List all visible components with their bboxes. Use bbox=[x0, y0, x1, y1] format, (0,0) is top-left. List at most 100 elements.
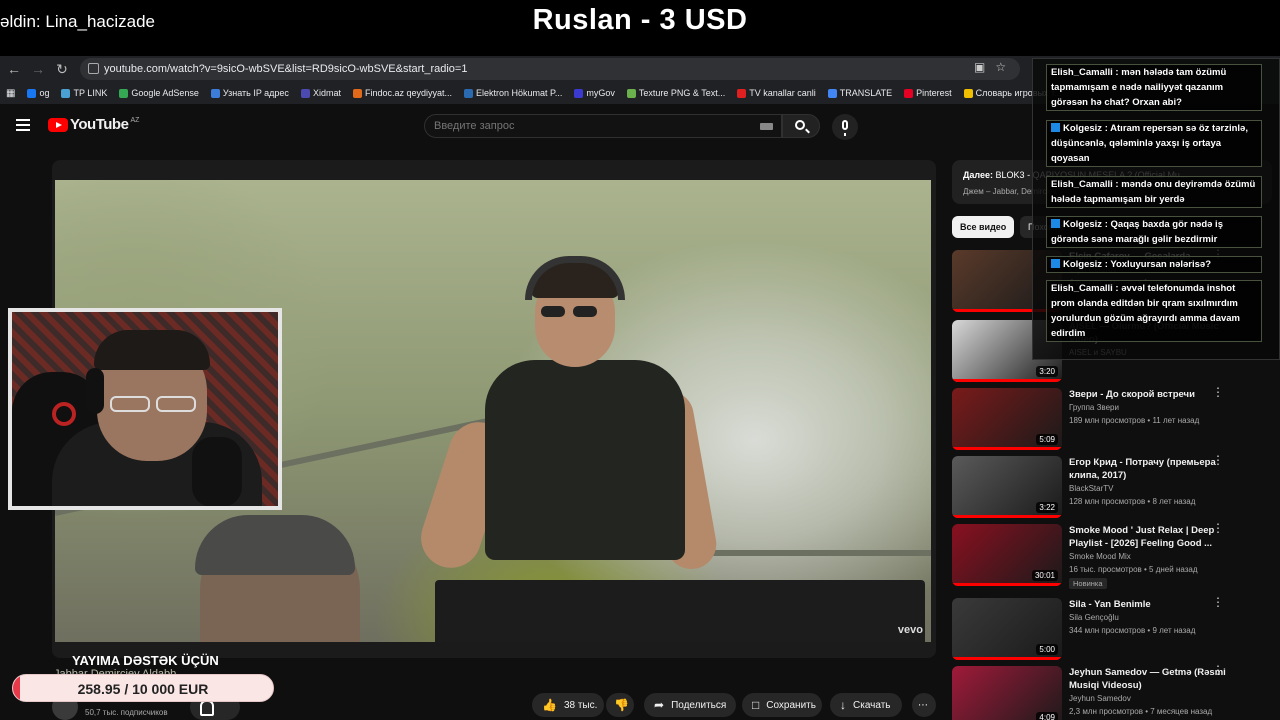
bookmark-favicon-icon bbox=[352, 88, 362, 98]
bookmark-item[interactable]: myGov bbox=[574, 88, 615, 98]
bookmark-item[interactable]: TP LINK bbox=[61, 88, 107, 98]
youtube-logo[interactable]: YouTube AZ bbox=[48, 116, 139, 133]
chat-message: Elish_Camalli : əvvəl telefonumda inshot… bbox=[1046, 280, 1262, 342]
channel-name[interactable]: BlackStarTV bbox=[1069, 484, 1113, 493]
recommended-video[interactable]: 5:00 Sila - Yan Benimle Sila Gençoğlu 344 м… bbox=[952, 596, 1272, 660]
video-duration: 30:01 bbox=[1031, 570, 1058, 581]
bookmark-label: TRANSLATE bbox=[839, 88, 893, 98]
chat-username: Kolgesiz bbox=[1063, 259, 1103, 270]
bookmark-item[interactable]: TRANSLATE bbox=[827, 88, 893, 98]
video-thumbnail[interactable]: 30:01 bbox=[952, 524, 1062, 586]
video-title[interactable]: Smoke Mood ' Just Relax | Deep Playlist … bbox=[1069, 524, 1229, 550]
video-stats: 128 млн просмотров • 8 лет назад bbox=[1069, 497, 1196, 506]
user-badge-icon bbox=[1051, 259, 1060, 268]
chat-message: Elish_Camalli : məndə onu deyirəmdə özüm… bbox=[1046, 176, 1262, 208]
webcam-feed bbox=[12, 312, 278, 506]
chat-separator: : bbox=[1102, 123, 1111, 134]
recommended-video[interactable]: 4:09 Jeyhun Samedov — Getmə (Rəsmi Musiqi… bbox=[952, 664, 1272, 720]
more-vertical-icon[interactable]: ⋮ bbox=[1212, 454, 1224, 466]
watch-progress bbox=[952, 583, 1062, 586]
video-title[interactable]: Jeyhun Samedov — Getmə (Rəsmi Musiqi Vid… bbox=[1069, 666, 1229, 692]
download-icon: ↓ bbox=[840, 698, 846, 712]
bookmark-item[interactable]: Texture PNG & Text... bbox=[626, 88, 726, 98]
watch-progress bbox=[952, 657, 1062, 660]
voice-search-button[interactable] bbox=[832, 114, 858, 140]
chat-username: Elish_Camalli bbox=[1051, 283, 1113, 294]
bookmark-label: myGov bbox=[586, 88, 615, 98]
hamburger-menu-icon[interactable] bbox=[16, 119, 30, 131]
bookmark-label: og bbox=[39, 88, 50, 98]
dj-mixer bbox=[435, 580, 925, 642]
screen: əldin: Lina_hacizade Ruslan - 3 USD ← → … bbox=[0, 0, 1280, 720]
watch-progress bbox=[952, 447, 1062, 450]
back-icon[interactable]: ← bbox=[2, 57, 26, 81]
video-duration: 5:09 bbox=[1036, 434, 1058, 445]
video-title[interactable]: Sila - Yan Benimle bbox=[1069, 598, 1229, 611]
cast-icon[interactable]: ▣ bbox=[974, 60, 985, 74]
video-thumbnail[interactable]: 5:00 bbox=[952, 598, 1062, 660]
site-info-icon[interactable] bbox=[88, 63, 99, 74]
bookmark-icon: □ bbox=[752, 698, 760, 712]
bookmark-favicon-icon bbox=[737, 88, 747, 98]
channel-name[interactable]: Jeyhun Samedov bbox=[1069, 694, 1131, 703]
bookmark-item[interactable]: Findoc.az qeydiyyat... bbox=[352, 88, 452, 98]
channel-name[interactable]: Группа Звери bbox=[1069, 403, 1119, 412]
streamer-hair bbox=[94, 330, 210, 370]
like-button[interactable]: 👍 38 тыс. bbox=[532, 693, 604, 717]
bookmark-label: Texture PNG & Text... bbox=[638, 88, 726, 98]
vevo-watermark: vevo bbox=[897, 624, 923, 636]
video-thumbnail[interactable]: 3:22 bbox=[952, 456, 1062, 518]
download-button[interactable]: ↓ Скачать bbox=[830, 693, 902, 717]
bookmark-item[interactable]: Pinterest bbox=[904, 88, 952, 98]
reload-icon[interactable]: ↻ bbox=[50, 57, 74, 81]
more-vertical-icon[interactable]: ⋮ bbox=[1212, 664, 1224, 676]
bookmark-item[interactable]: Узнать IP адрес bbox=[210, 88, 289, 98]
youtube-play-icon bbox=[48, 117, 68, 132]
bookmark-item[interactable]: Google AdSense bbox=[119, 88, 199, 98]
chat-username: Kolgesiz bbox=[1063, 123, 1103, 134]
save-button[interactable]: □ Сохранить bbox=[742, 693, 822, 717]
more-vertical-icon[interactable]: ⋮ bbox=[1212, 386, 1224, 398]
dislike-button[interactable]: 👎 bbox=[606, 693, 634, 717]
keyboard-icon[interactable] bbox=[760, 123, 773, 130]
share-button[interactable]: ➦ Поделиться bbox=[644, 693, 736, 717]
bookmark-item[interactable]: TV kanallar canli bbox=[737, 88, 816, 98]
search-button[interactable] bbox=[782, 114, 820, 138]
url-text: youtube.com/watch?v=9sicO-wbSVE&list=RD9… bbox=[104, 63, 468, 75]
video-title[interactable]: Звери - До скорой встречи bbox=[1069, 388, 1229, 401]
chat-username: Kolgesiz bbox=[1063, 219, 1103, 230]
donation-goal-text: 258.95 / 10 000 EUR bbox=[77, 681, 209, 697]
video-thumbnail[interactable]: 5:09 bbox=[952, 388, 1062, 450]
more-vertical-icon[interactable]: ⋮ bbox=[1212, 596, 1224, 608]
channel-name[interactable]: Smoke Mood Mix bbox=[1069, 552, 1131, 561]
bookmark-favicon-icon bbox=[61, 88, 71, 98]
bookmark-item[interactable]: Xidmat bbox=[300, 88, 341, 98]
recommended-video[interactable]: 5:09 Звери - До скорой встречи Группа Звер… bbox=[952, 386, 1272, 450]
dj-figure bbox=[485, 360, 685, 560]
more-actions-button[interactable]: ⋯ bbox=[912, 693, 936, 717]
save-label: Сохранить bbox=[766, 699, 816, 711]
recommended-video[interactable]: 3:22 Егор Крид - Потрачу (премьера клипа,… bbox=[952, 454, 1272, 518]
channel-name[interactable]: Sila Gençoğlu bbox=[1069, 613, 1119, 622]
apps-grid-icon[interactable]: ▦ bbox=[6, 88, 15, 99]
streamer-webcam bbox=[8, 308, 282, 510]
bookmark-item[interactable]: Elektron Hökumat P... bbox=[464, 88, 562, 98]
bookmark-item[interactable]: og bbox=[27, 88, 49, 98]
video-thumbnail[interactable]: 4:09 bbox=[952, 666, 1062, 720]
eyeglasses bbox=[110, 396, 202, 414]
address-bar[interactable]: youtube.com/watch?v=9sicO-wbSVE&list=RD9… bbox=[80, 58, 1020, 80]
forward-icon[interactable]: → bbox=[26, 57, 50, 81]
recommended-video[interactable]: 30:01 Smoke Mood ' Just Relax | Deep Play… bbox=[952, 522, 1272, 589]
more-horizontal-icon: ⋯ bbox=[918, 699, 928, 711]
foreground-cap bbox=[195, 515, 355, 575]
bookmark-list: og TP LINK Google AdSense Узнать IP адрес Xi… bbox=[27, 88, 1073, 98]
more-vertical-icon[interactable]: ⋮ bbox=[1212, 522, 1224, 534]
like-count: 38 тыс. bbox=[563, 699, 598, 711]
video-title[interactable]: Егор Крид - Потрачу (премьера клипа, 201… bbox=[1069, 456, 1229, 482]
chat-separator: : bbox=[1102, 219, 1111, 230]
chip-all-videos[interactable]: Все видео bbox=[952, 216, 1015, 238]
bookmark-favicon-icon bbox=[210, 88, 220, 98]
bookmark-label: Google AdSense bbox=[131, 88, 199, 98]
bookmark-star-icon[interactable]: ☆ bbox=[995, 60, 1006, 74]
search-input[interactable] bbox=[425, 115, 725, 137]
